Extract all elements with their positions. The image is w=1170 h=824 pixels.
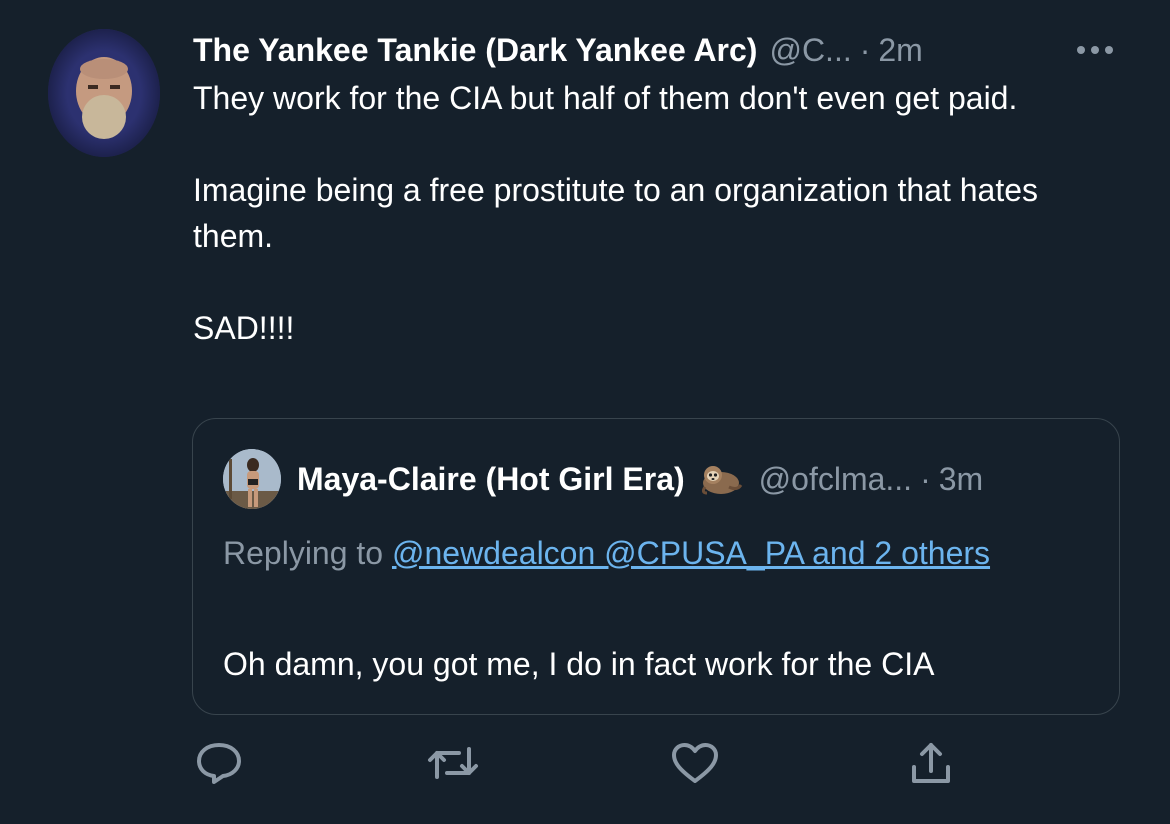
quoted-header-separator: · (920, 460, 931, 497)
tweet-timestamp[interactable]: 2m (878, 32, 922, 69)
tweet-text-paragraph-1: They work for the CIA but half of them d… (193, 80, 1018, 116)
replying-to-line: Replying to @newdealcon @CPUSA_PA and 2 … (223, 527, 1063, 579)
sloth-emoji-icon (699, 461, 745, 497)
replying-to-mentions-link[interactable]: @newdealcon @CPUSA_PA and 2 others (392, 535, 990, 571)
quoted-tweet-timestamp[interactable]: 3m (939, 461, 983, 498)
tweet-text-paragraph-3: SAD!!!! (193, 310, 295, 346)
author-avatar[interactable] (48, 29, 160, 157)
more-options-icon[interactable] (1070, 30, 1120, 70)
header-separator: · (859, 31, 871, 68)
tweet-actions-bar (193, 738, 1093, 788)
share-icon[interactable] (905, 738, 957, 788)
author-handle[interactable]: @C... (769, 32, 851, 69)
quoted-author-avatar[interactable] (223, 449, 281, 509)
retweet-icon[interactable] (427, 738, 479, 788)
more-dot (1091, 46, 1099, 54)
replying-to-prefix: Replying to (223, 535, 392, 571)
more-dot (1105, 46, 1113, 54)
tweet-text: They work for the CIA but half of them d… (193, 75, 1123, 351)
heart-icon[interactable] (669, 738, 721, 788)
tweet-header: The Yankee Tankie (Dark Yankee Arc) @C..… (193, 28, 1123, 72)
tweet: The Yankee Tankie (Dark Yankee Arc) @C..… (0, 0, 1170, 824)
reply-icon[interactable] (193, 738, 245, 788)
quoted-tweet-text: Oh damn, you got me, I do in fact work f… (223, 646, 935, 682)
tweet-text-paragraph-2: Imagine being a free prostitute to an or… (193, 172, 1038, 254)
author-display-name[interactable]: The Yankee Tankie (Dark Yankee Arc) (193, 32, 757, 69)
more-dot (1077, 46, 1085, 54)
quoted-tweet-header: Maya-Claire (Hot Girl Era) @ofclma... · … (297, 457, 983, 501)
quoted-tweet[interactable]: Maya-Claire (Hot Girl Era) @ofclma... · … (192, 418, 1120, 715)
quoted-author-display-name[interactable]: Maya-Claire (Hot Girl Era) (297, 461, 685, 498)
quoted-author-handle[interactable]: @ofclma... (759, 461, 912, 498)
